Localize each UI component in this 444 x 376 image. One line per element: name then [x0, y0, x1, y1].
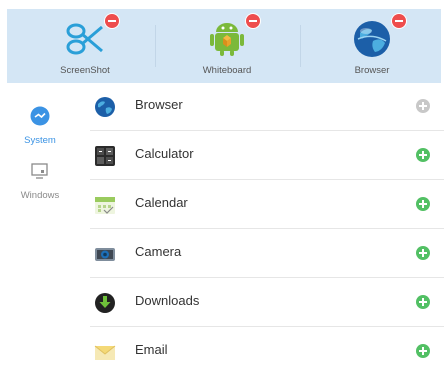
app-name: Camera — [135, 244, 182, 259]
email-icon — [94, 345, 116, 360]
category-system[interactable]: System — [7, 106, 73, 146]
globe-icon — [95, 97, 115, 117]
download-icon — [95, 293, 115, 313]
calculator-icon — [95, 146, 115, 166]
category-windows[interactable]: Windows — [7, 161, 73, 201]
app-list: Browser Calculator Calendar Camera Downl… — [78, 82, 444, 366]
list-item[interactable]: Calendar — [78, 180, 444, 229]
add-icon[interactable] — [416, 344, 430, 358]
app-name: Calendar — [135, 195, 188, 210]
shortcut-label: ScreenShot — [60, 65, 110, 76]
shortcut-browser[interactable]: Browser — [312, 9, 432, 83]
shortcut-bar: ScreenShot Whiteboard Browser — [7, 9, 441, 83]
remove-badge-icon[interactable] — [246, 14, 260, 28]
shortcut-whiteboard[interactable]: Whiteboard — [167, 9, 287, 83]
android-icon — [210, 23, 244, 56]
windows-icon — [31, 163, 48, 179]
remove-badge-icon[interactable] — [105, 14, 119, 28]
list-item[interactable]: Camera — [78, 229, 444, 278]
list-item[interactable]: Browser — [78, 82, 444, 131]
list-item[interactable]: Downloads — [78, 278, 444, 327]
app-name: Browser — [135, 97, 183, 112]
system-icon — [30, 106, 50, 126]
list-item[interactable]: Email — [78, 327, 444, 376]
shortcut-label: Whiteboard — [202, 65, 252, 76]
category-label: Windows — [20, 190, 60, 201]
added-icon[interactable] — [416, 99, 430, 113]
category-label: System — [24, 135, 56, 146]
globe-icon — [354, 21, 390, 57]
add-icon[interactable] — [416, 246, 430, 260]
shortcut-label: Browser — [354, 65, 390, 76]
add-icon[interactable] — [416, 148, 430, 162]
add-icon[interactable] — [416, 197, 430, 211]
divider — [155, 25, 156, 67]
category-sidebar: System Windows — [7, 84, 73, 366]
scissors-icon — [66, 23, 103, 55]
camera-icon — [95, 248, 115, 261]
shortcut-screenshot[interactable]: ScreenShot — [25, 9, 145, 83]
add-icon[interactable] — [416, 295, 430, 309]
remove-badge-icon[interactable] — [392, 14, 406, 28]
list-item[interactable]: Calculator — [78, 131, 444, 180]
app-name: Downloads — [135, 293, 200, 308]
calendar-icon — [95, 197, 115, 214]
divider — [300, 25, 301, 67]
app-name: Calculator — [135, 146, 194, 161]
app-name: Email — [135, 342, 168, 357]
